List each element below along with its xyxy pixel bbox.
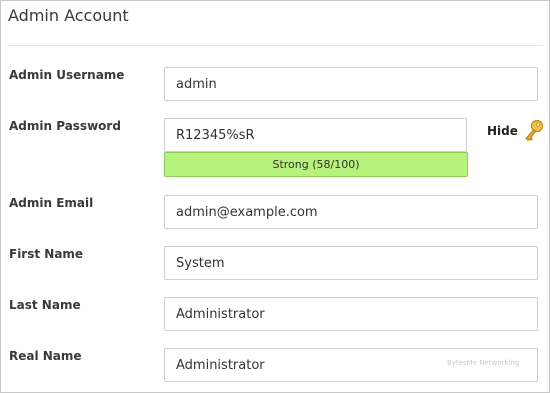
password-strength-meter: Strong (58/100) (164, 152, 468, 177)
last-name-input[interactable] (164, 297, 538, 331)
title-divider (8, 45, 543, 46)
admin-username-label: Admin Username (9, 68, 125, 82)
first-name-label: First Name (9, 247, 84, 261)
watermark: BytesMe Networking (447, 359, 520, 367)
admin-password-label: Admin Password (9, 119, 121, 133)
real-name-label: Real Name (9, 349, 82, 363)
admin-password-input[interactable] (164, 118, 467, 152)
panel-title: Admin Account (8, 6, 129, 25)
key-icon[interactable] (523, 119, 545, 143)
last-name-label: Last Name (9, 298, 81, 312)
hide-password-label: Hide (487, 124, 518, 138)
first-name-input[interactable] (164, 246, 538, 280)
admin-username-input[interactable] (164, 67, 538, 101)
hide-password-toggle[interactable]: Hide (487, 119, 547, 145)
admin-account-panel: Admin Account Admin Username Admin Passw… (0, 0, 550, 393)
admin-email-input[interactable] (164, 195, 538, 229)
admin-email-label: Admin Email (9, 196, 94, 210)
